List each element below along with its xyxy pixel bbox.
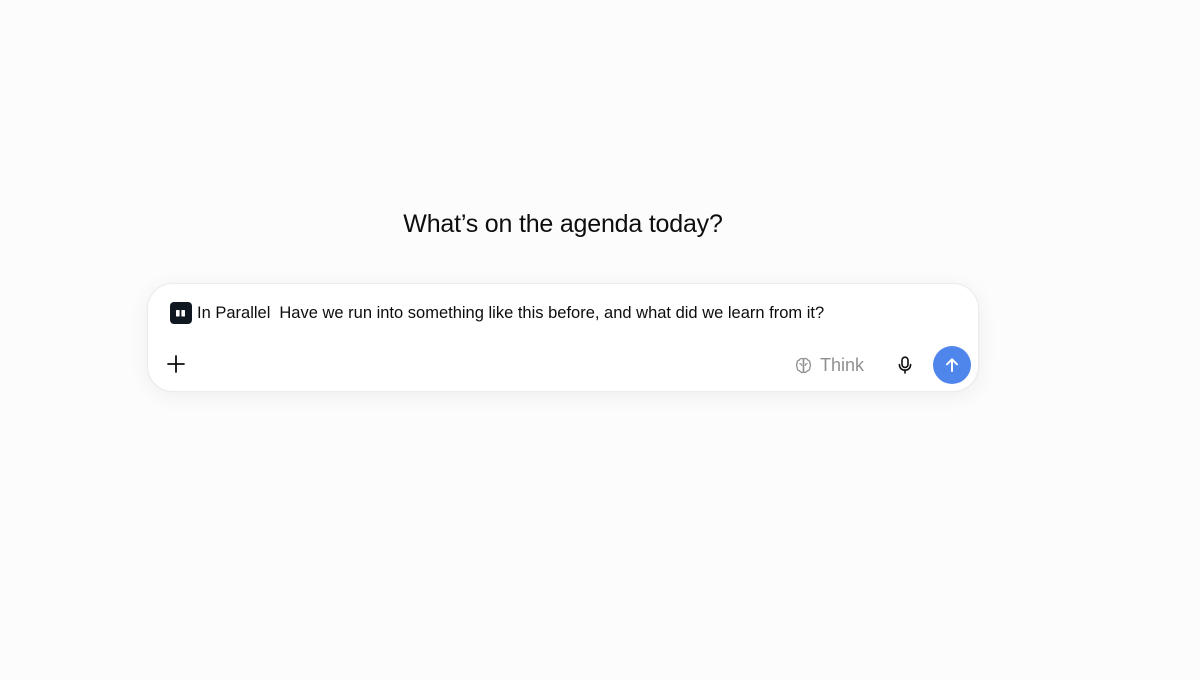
page-heading: What’s on the agenda today? <box>403 210 723 238</box>
voice-input-button[interactable] <box>892 352 918 378</box>
brain-icon <box>794 356 813 375</box>
composer-box: In Parallel Have we run into something l… <box>147 283 979 392</box>
page: What’s on the agenda today? In Parallel … <box>0 0 1200 680</box>
send-button[interactable] <box>933 346 971 384</box>
microphone-icon <box>898 356 912 374</box>
think-button[interactable]: Think <box>794 352 864 378</box>
add-attachment-button[interactable] <box>162 350 190 378</box>
plus-icon <box>167 355 185 373</box>
think-label: Think <box>820 354 865 375</box>
app-mention-chip[interactable]: In Parallel <box>170 302 279 324</box>
in-parallel-app-icon <box>170 302 192 324</box>
arrow-up-icon <box>946 358 958 372</box>
prompt-input[interactable]: In Parallel Have we run into something l… <box>170 302 954 324</box>
prompt-text: Have we run into something like this bef… <box>279 303 825 322</box>
app-mention-label: In Parallel <box>197 303 271 322</box>
